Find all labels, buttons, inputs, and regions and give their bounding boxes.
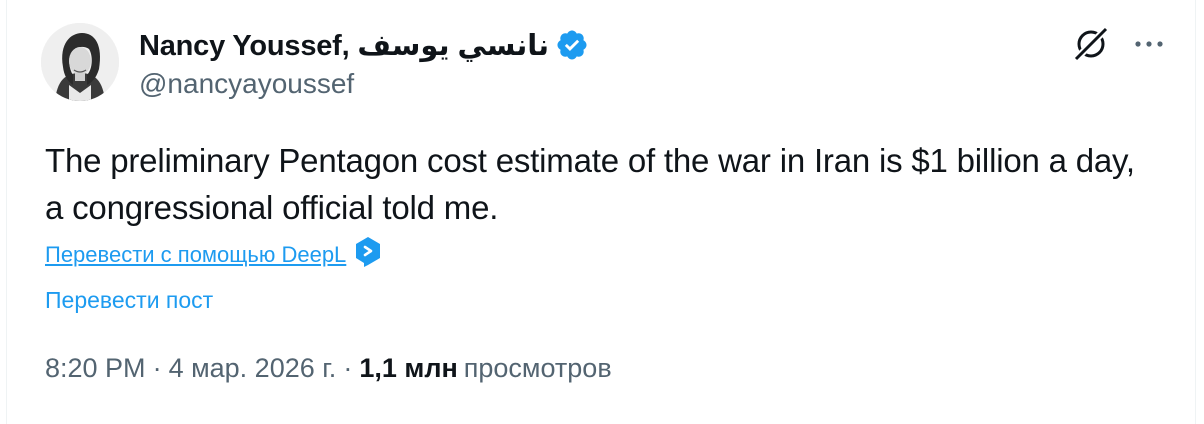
deepl-translate-link[interactable]: Перевести с помощью DeepL [45,242,346,268]
tweet-time[interactable]: 8:20 PM [45,353,146,384]
author-handle[interactable]: @nancyayoussef [139,68,354,100]
tweet-text: The preliminary Pentagon cost estimate o… [45,142,1135,226]
views-label: просмотров [463,353,612,383]
deepl-translate-row: Перевести с помощью DeepL [45,236,382,273]
verified-badge-icon[interactable] [555,28,589,62]
avatar[interactable] [41,23,119,101]
meta-separator: · [343,353,353,383]
grok-icon[interactable] [1071,24,1111,64]
deepl-logo-icon[interactable] [354,236,382,273]
meta-separator: · [152,353,162,383]
tweet-date[interactable]: 4 мар. 2026 г. [169,353,337,384]
tweet-meta: 8:20 PM · 4 мар. 2026 г. · 1,1 млн просм… [45,353,612,384]
author-display-name[interactable]: Nancy Youssef, نانسي يوسف [139,28,549,63]
author-name-row: Nancy Youssef, نانسي يوسف [139,27,589,63]
translate-post-link[interactable]: Перевести пост [45,287,213,314]
avatar-portrait-icon [41,23,119,101]
more-options-icon[interactable] [1129,24,1169,64]
views-count[interactable]: 1,1 млн [359,353,457,384]
tweet-card: Nancy Youssef, نانسي يوسف @nancyayoussef [6,0,1196,424]
top-actions [1071,24,1169,64]
